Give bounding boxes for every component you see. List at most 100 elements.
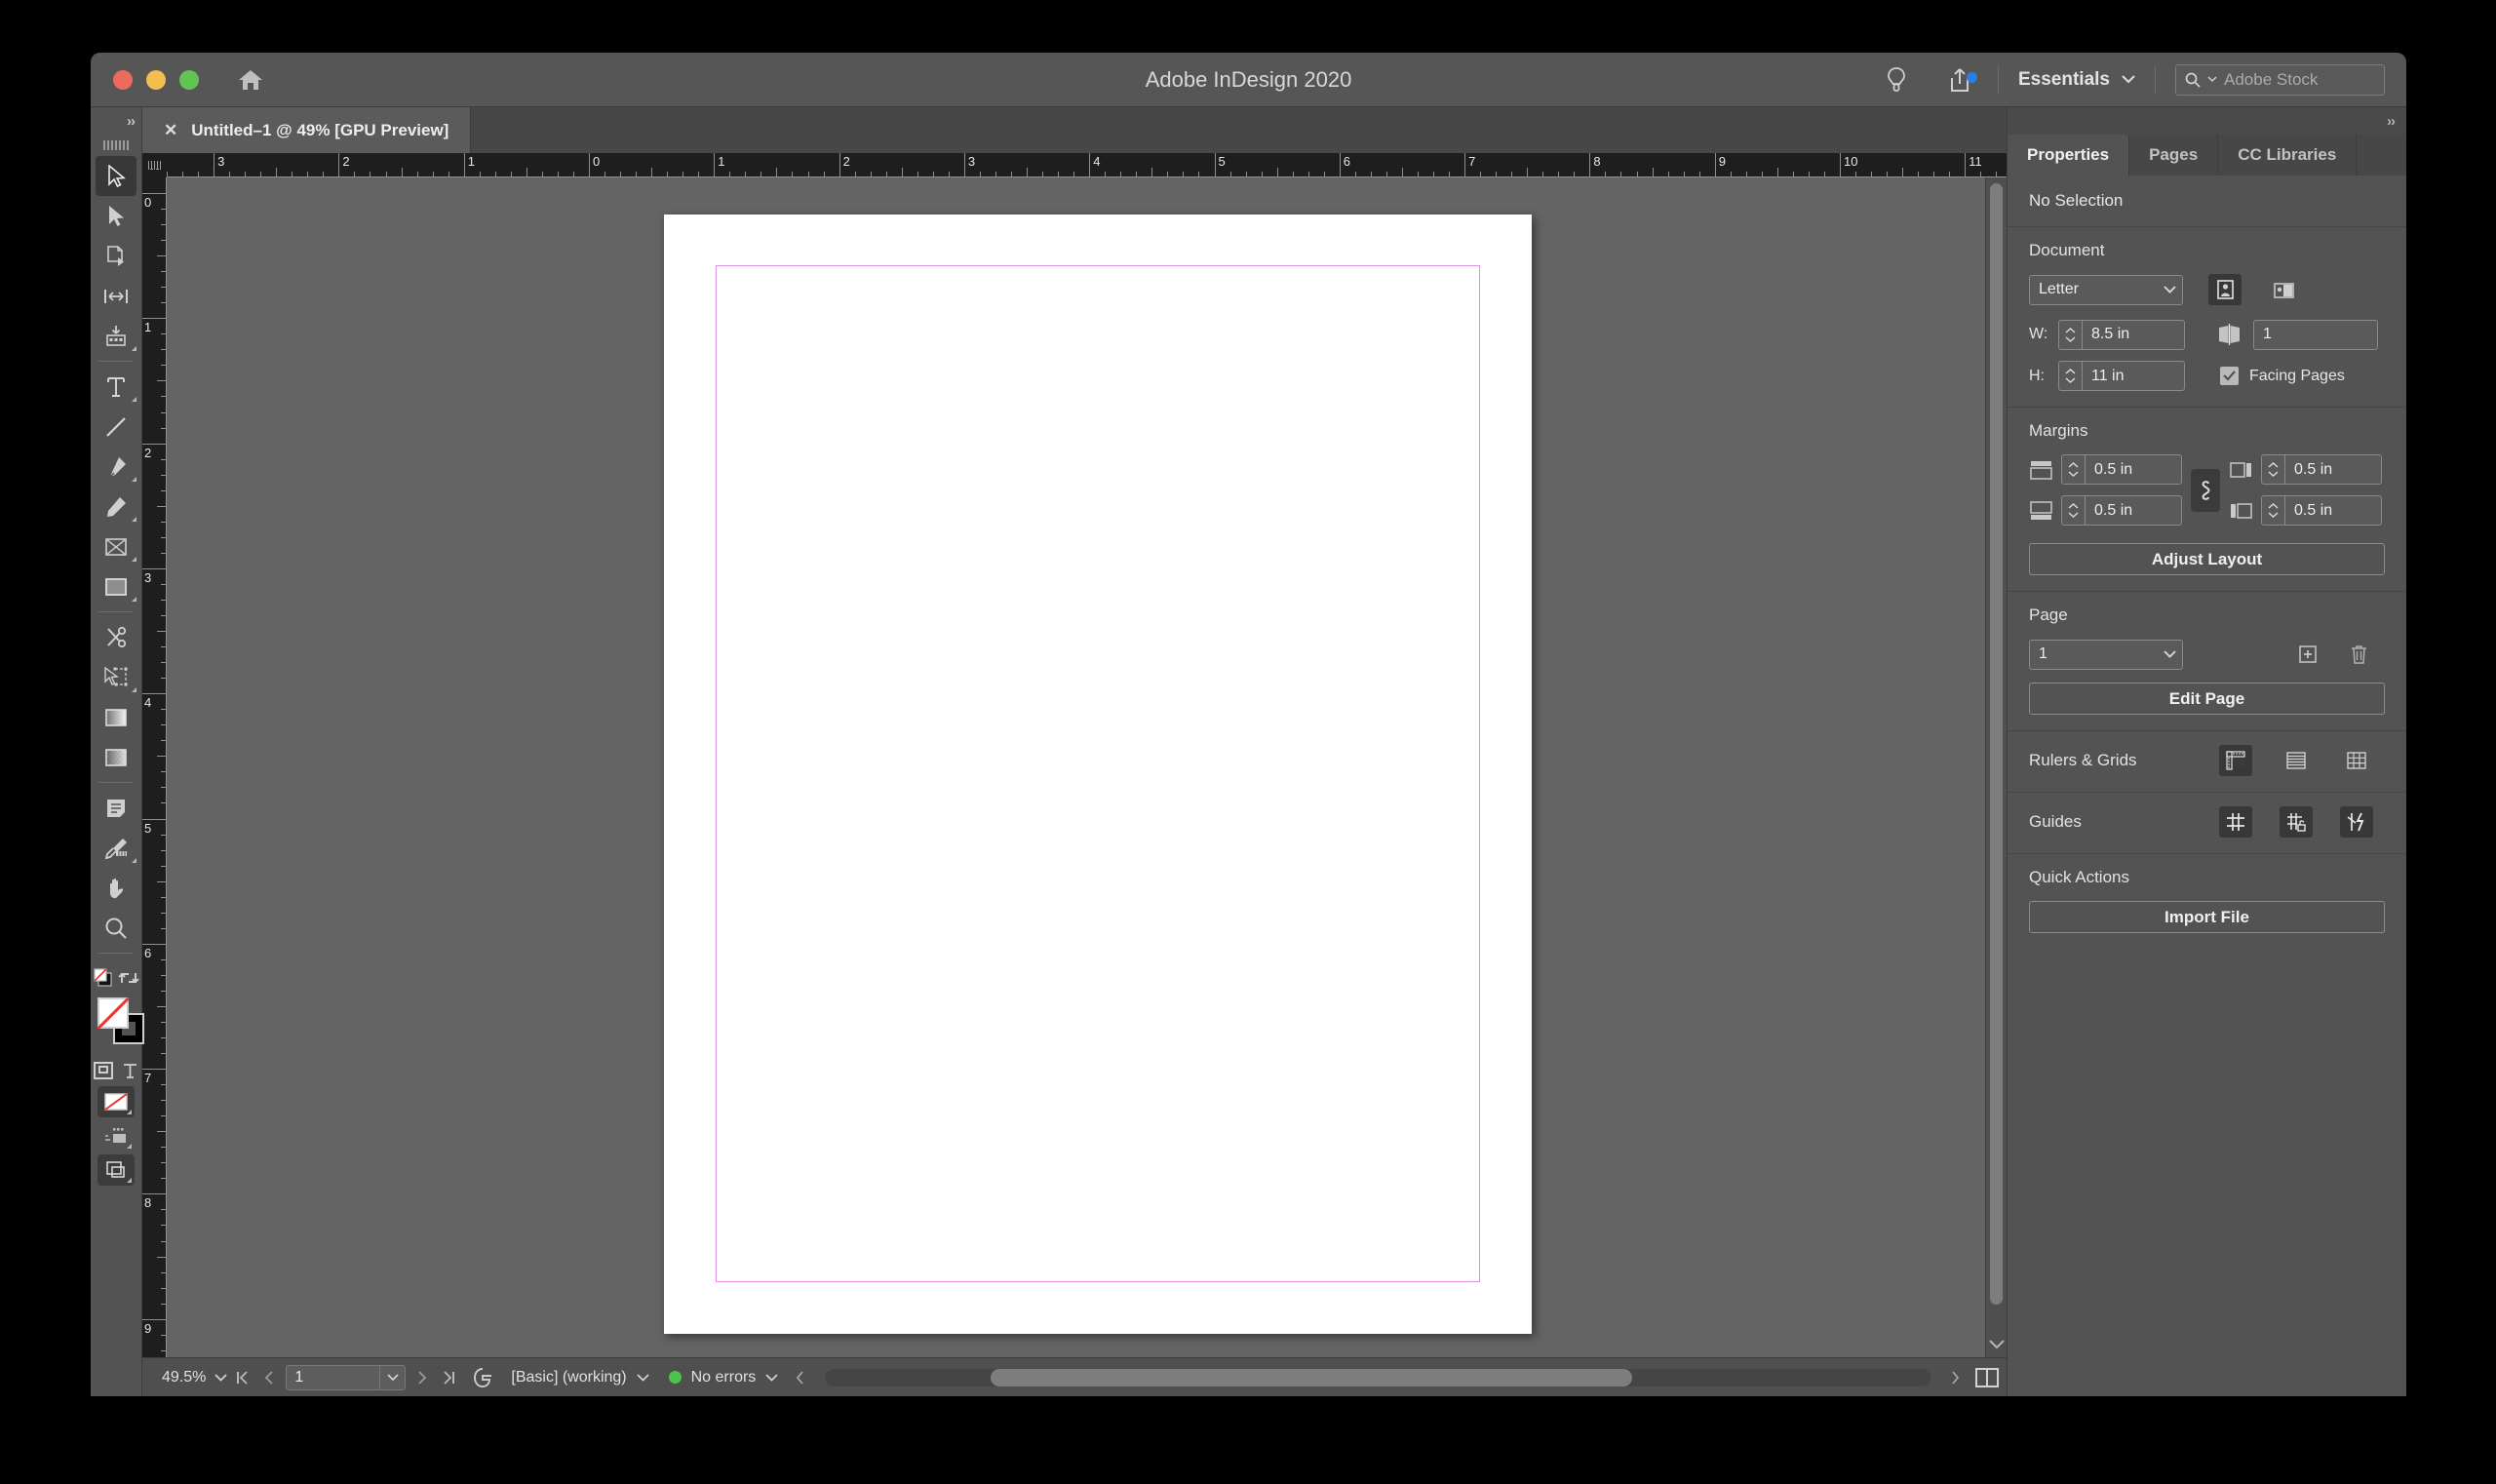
import-file-button[interactable]: Import File [2029,901,2385,933]
tab-properties[interactable]: Properties [2008,135,2130,176]
chevron-down-icon[interactable] [379,1365,405,1389]
chevron-left-icon[interactable] [788,1370,813,1386]
chevron-down-icon[interactable] [2158,641,2182,669]
type-tool[interactable] [91,367,141,407]
chevron-right-icon[interactable] [1942,1370,1968,1386]
margin-right-input[interactable] [2285,496,2381,525]
free-transform-tool[interactable] [91,657,141,697]
margin-right-stepper[interactable] [2262,496,2285,525]
hand-tool[interactable] [91,868,141,908]
margin-bottom-field[interactable] [2061,495,2182,526]
vertical-scroll-thumb[interactable] [1990,183,2003,1305]
home-icon[interactable] [238,68,263,92]
show-rulers-icon[interactable] [2219,745,2252,776]
smart-guides-icon[interactable] [2340,806,2373,838]
scroll-down-icon[interactable] [1988,1340,2005,1349]
expand-panel-button[interactable]: ›› [2008,107,2406,135]
pages-count-input[interactable] [2254,320,2377,349]
eyedropper-tool[interactable] [91,828,141,868]
minimize-window-button[interactable] [146,69,166,90]
share-icon[interactable] [1928,67,1992,93]
page-number-field[interactable] [286,1364,407,1390]
add-page-icon[interactable] [2291,639,2324,670]
horizontal-scroll-track[interactable] [825,1368,1930,1386]
gradient-feather-tool[interactable] [91,737,141,777]
error-status-control[interactable]: No errors [659,1369,789,1386]
document-page[interactable] [664,215,1532,1334]
maximize-window-button[interactable] [179,69,199,90]
edit-page-button[interactable]: Edit Page [2029,683,2385,715]
document-grid-icon[interactable] [2340,745,2373,776]
workspace-switcher[interactable]: Essentials [2005,69,2149,91]
previous-page-icon[interactable] [256,1370,282,1386]
close-window-button[interactable] [113,69,133,90]
format-text-icon[interactable] [122,1062,138,1079]
margin-bottom-input[interactable] [2086,496,2181,525]
document-width-field[interactable] [2058,319,2185,350]
show-guides-icon[interactable] [2219,806,2252,838]
preflight-profile-control[interactable]: [Basic] (working) [501,1369,658,1386]
link-margins-icon[interactable] [2191,468,2220,512]
height-input[interactable] [2083,362,2184,390]
margin-right-field[interactable] [2261,495,2382,526]
horizontal-ruler[interactable]: 43210123456789101112 [167,153,2007,177]
scissors-tool[interactable] [91,617,141,657]
page-select[interactable] [2029,639,2183,670]
baseline-grid-icon[interactable] [2280,745,2313,776]
vertical-scrollbar[interactable] [1985,177,2007,1357]
chevron-down-icon[interactable] [2158,276,2182,304]
last-page-icon[interactable] [435,1370,464,1386]
margin-left-input[interactable] [2285,455,2381,484]
horizontal-scroll-thumb[interactable] [991,1368,1632,1386]
next-page-icon[interactable] [410,1370,435,1386]
page-size-select[interactable] [2029,274,2183,305]
direct-selection-tool[interactable] [91,196,141,236]
preflight-icon[interactable] [464,1367,501,1388]
document-tab[interactable]: ✕ Untitled–1 @ 49% [GPU Preview] [142,107,472,153]
pages-count-field[interactable] [2253,319,2378,350]
default-fill-stroke-icon[interactable] [93,967,114,989]
margin-top-input[interactable] [2086,455,2181,484]
expand-toolbar-button[interactable]: ›› [91,107,141,135]
pen-tool[interactable] [91,447,141,487]
width-stepper[interactable] [2059,320,2083,349]
gap-tool[interactable] [91,276,141,316]
zoom-level-control[interactable]: 49.5% [142,1369,228,1386]
selection-tool[interactable] [96,156,136,196]
canvas[interactable] [167,177,1985,1357]
margin-top-field[interactable] [2061,454,2182,485]
fill-swatch[interactable] [98,997,129,1029]
margin-top-stepper[interactable] [2062,455,2086,484]
format-container-icon[interactable] [94,1062,113,1079]
trash-icon[interactable] [2342,639,2375,670]
lock-guides-icon[interactable] [2280,806,2313,838]
vertical-ruler[interactable]: 01234567891 01 1 [142,177,167,1357]
swap-fill-stroke-icon[interactable] [118,969,139,987]
frame-tool[interactable] [91,527,141,566]
page-tool[interactable] [91,236,141,276]
ruler-origin[interactable] [142,153,167,177]
split-view-icon[interactable] [1968,1367,2007,1387]
facing-pages-checkbox[interactable]: Facing Pages [2220,367,2345,385]
margin-left-stepper[interactable] [2262,455,2285,484]
toolbar-drag-handle[interactable] [91,135,141,156]
screen-mode-icon[interactable] [98,1120,135,1152]
note-tool[interactable] [91,788,141,828]
landscape-orientation-icon[interactable] [2267,274,2300,305]
document-height-field[interactable] [2058,361,2185,391]
zoom-tool[interactable] [91,908,141,948]
rectangle-tool[interactable] [91,566,141,606]
normal-view-mode-icon[interactable] [98,1154,135,1186]
height-stepper[interactable] [2059,362,2083,390]
adjust-layout-button[interactable]: Adjust Layout [2029,543,2385,575]
margin-left-field[interactable] [2261,454,2382,485]
page-size-input[interactable] [2030,275,2159,304]
page-number-input[interactable] [287,1365,380,1389]
apply-none-icon[interactable] [98,1086,135,1117]
page-select-input[interactable] [2030,640,2159,669]
adobe-stock-search[interactable]: Adobe Stock [2175,63,2385,96]
portrait-orientation-icon[interactable] [2208,274,2242,305]
gradient-swatch-tool[interactable] [91,697,141,737]
width-input[interactable] [2083,320,2184,349]
pencil-tool[interactable] [91,487,141,527]
